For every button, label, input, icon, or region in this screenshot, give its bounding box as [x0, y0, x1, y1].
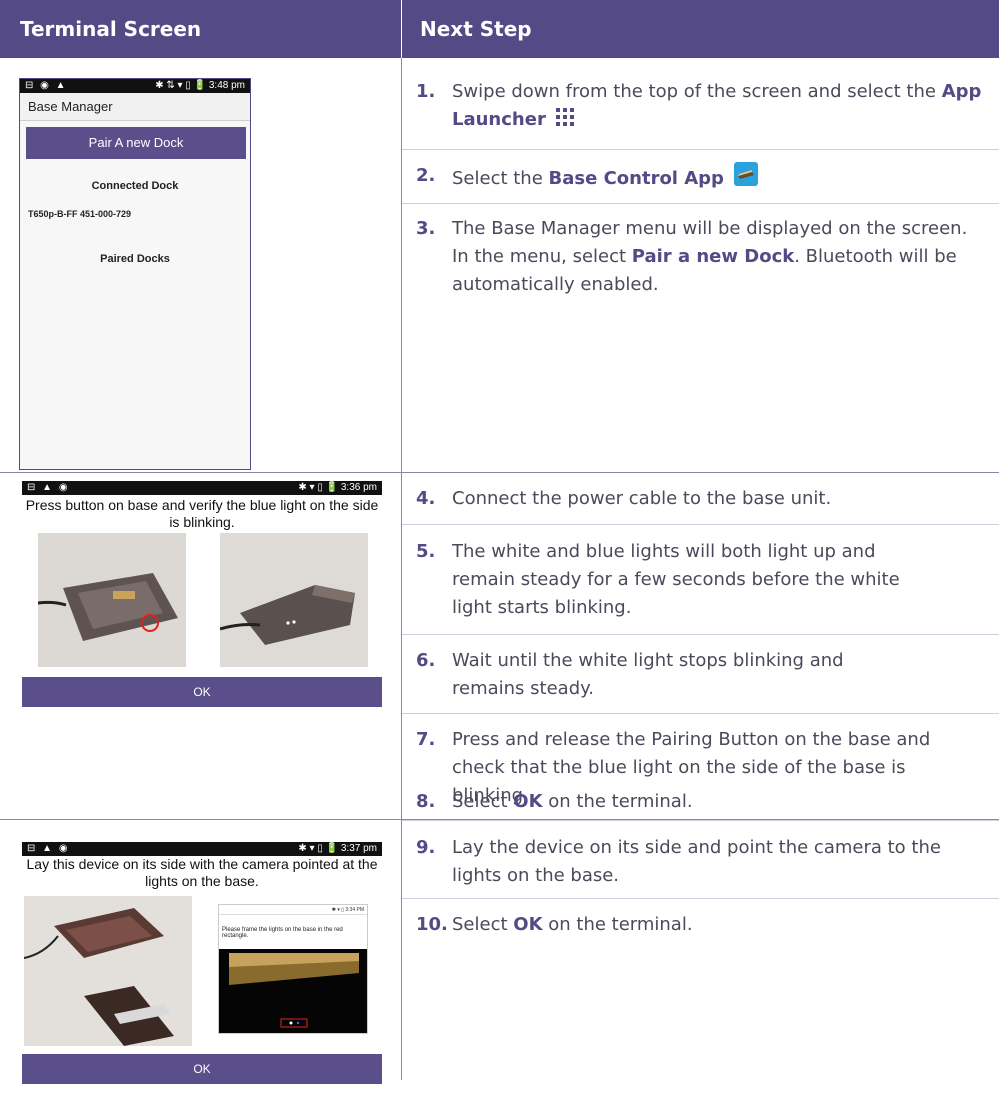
ok-button[interactable]: OK: [22, 677, 382, 707]
step-separator: [402, 898, 999, 899]
status-icons-right: ✱ ⇅ ▾ ▯ 🔋 3:48 pm: [155, 80, 245, 91]
step-text: Select: [452, 914, 514, 935]
step-number: 8.: [416, 791, 436, 812]
app-title: Base Manager: [20, 93, 250, 121]
step-separator: [402, 634, 999, 635]
step-number: 5.: [416, 541, 436, 562]
step-number: 1.: [416, 81, 436, 102]
step-separator: [402, 203, 999, 204]
step-separator: [402, 713, 999, 714]
app-launcher-icon: [555, 108, 574, 126]
connected-dock-id[interactable]: T650p-B-FF 451-000-729: [28, 209, 131, 219]
step-1: 1. Swipe down from the top of the screen…: [416, 78, 986, 134]
step-9: 9. Lay the device on its side and point …: [416, 834, 986, 890]
column-divider: [401, 58, 402, 1080]
status-icons-left: ⊟ ◉ ▲: [25, 80, 68, 91]
status-bar: ⊟ ▲ ◉ ✱ ▾ ▯ 🔋 3:37 pm: [22, 842, 382, 856]
step-number: 4.: [416, 488, 436, 509]
status-bar: ⊟ ◉ ▲ ✱ ⇅ ▾ ▯ 🔋 3:48 pm: [20, 79, 250, 93]
step-text: Select: [452, 791, 514, 812]
ok-label: OK: [513, 791, 543, 812]
status-bar: ⊟ ▲ ◉ ✱ ▾ ▯ 🔋 3:36 pm: [22, 481, 382, 495]
pair-new-dock-label: Pair a new Dock: [631, 246, 795, 267]
step-text: Connect the power cable to the base unit…: [452, 488, 832, 509]
device-on-side-photo: [24, 896, 192, 1046]
step-10: 10. Select OK on the terminal.: [416, 911, 986, 939]
table-header: Terminal Screen Next Step: [0, 0, 999, 58]
step-4: 4. Connect the power cable to the base u…: [416, 485, 986, 513]
base-photo-front: [38, 533, 186, 667]
step-number: 3.: [416, 218, 436, 239]
step-separator: [402, 820, 999, 821]
row-divider-1: [0, 472, 999, 473]
instruction-text: Press button on base and verify the blue…: [25, 497, 379, 530]
base-control-app-label: Base Control App: [548, 168, 724, 189]
base-control-app-icon: [733, 162, 758, 186]
step-text: The white and blue lights will both ligh…: [452, 541, 900, 618]
instruction-text: Lay this device on its side with the cam…: [26, 856, 378, 889]
step-6: 6. Wait until the white light stops blin…: [416, 647, 886, 703]
terminal-screen-press-button: ⊟ ▲ ◉ ✱ ▾ ▯ 🔋 3:36 pm Press button on ba…: [22, 481, 382, 707]
step-2: 2. Select the Base Control App: [416, 162, 986, 193]
terminal-screen-camera: ⊟ ▲ ◉ ✱ ▾ ▯ 🔋 3:37 pm Lay this device on…: [22, 842, 382, 1084]
step-number: 7.: [416, 729, 436, 750]
header-terminal-screen: Terminal Screen: [20, 17, 202, 41]
status-icons-left: ⊟ ▲ ◉: [27, 843, 70, 854]
step-number: 10.: [416, 914, 448, 935]
preview-instruction: Please frame the lights on the base in t…: [222, 927, 343, 939]
camera-preview: ✱ ▾ ▯ 3:34 PM Please frame the lights on…: [218, 904, 368, 1034]
step-3: 3. The Base Manager menu will be display…: [416, 215, 986, 299]
step-text: on the terminal.: [542, 791, 693, 812]
ok-button[interactable]: OK: [22, 1054, 382, 1084]
header-divider: [401, 0, 402, 58]
base-photo-side: [220, 533, 368, 667]
status-icons-left: ⊟ ▲ ◉: [27, 482, 70, 493]
connected-dock-label: Connected Dock: [91, 180, 179, 192]
camera-viewfinder: [219, 949, 367, 1033]
step-separator: [402, 524, 999, 525]
step-text: Lay the device on its side and point the…: [452, 837, 941, 886]
step-text: Swipe down from the top of the screen an…: [452, 81, 942, 102]
terminal-screen-base-manager: ⊟ ◉ ▲ ✱ ⇅ ▾ ▯ 🔋 3:48 pm Base Manager Pai…: [19, 78, 251, 470]
step-number: 2.: [416, 165, 436, 186]
pair-new-dock-button[interactable]: Pair A new Dock: [26, 127, 246, 159]
status-icons-right: ✱ ▾ ▯ 🔋 3:37 pm: [298, 843, 377, 854]
status-icons-right: ✱ ▾ ▯ 🔋 3:36 pm: [298, 482, 377, 493]
step-8: 8. Select OK on the terminal.: [416, 788, 986, 816]
step-number: 6.: [416, 650, 436, 671]
step-5: 5. The white and blue lights will both l…: [416, 538, 916, 622]
step-number: 9.: [416, 837, 436, 858]
step-text: Wait until the white light stops blinkin…: [452, 650, 844, 699]
paired-docks-label: Paired Docks: [100, 253, 170, 265]
step-text: on the terminal.: [542, 914, 693, 935]
preview-status-bar: ✱ ▾ ▯ 3:34 PM: [219, 905, 367, 915]
step-separator: [402, 149, 999, 150]
step-text: Select the: [452, 168, 549, 189]
header-next-step: Next Step: [420, 17, 532, 41]
ok-label: OK: [513, 914, 543, 935]
